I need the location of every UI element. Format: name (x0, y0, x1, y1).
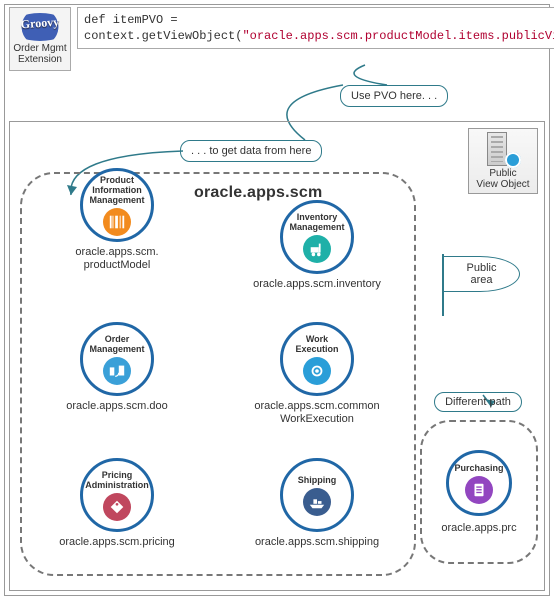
price-tag-icon (103, 493, 131, 521)
callout-use-pvo: Use PVO here. . . (340, 85, 448, 107)
public-area-flag: Publicarea (434, 254, 526, 320)
sh-title: Shipping (294, 475, 341, 485)
scm-area: oracle.apps.scm Product Information Mana… (20, 172, 416, 576)
pa-caption: oracle.apps.scm.pricing (59, 536, 175, 549)
groovy-extension-box: Groovy Order Mgmt Extension (9, 7, 71, 71)
code-line2-str: "oracle.apps.scm.productModel.items.publ… (242, 29, 554, 43)
groovy-logo-icon: Groovy (10, 13, 70, 41)
code-snippet: def itemPVO = context.getViewObject("ora… (77, 7, 554, 49)
forklift-icon (303, 235, 331, 263)
om-caption: oracle.apps.scm.doo (66, 400, 168, 413)
inv-caption: oracle.apps.scm.inventory (253, 278, 381, 291)
code-line2-a: context.getViewObject( (84, 29, 242, 43)
page-frame: Groovy Order Mgmt Extension def itemPVO … (4, 4, 550, 596)
groovy-label: Order Mgmt Extension (13, 43, 66, 65)
om-circle: Order Management (80, 322, 154, 396)
buildings-cycle-icon (103, 357, 131, 385)
pa-title: Pricing Administration (81, 470, 153, 490)
we-caption: oracle.apps.scm.commonWorkExecution (254, 400, 379, 426)
groovy-label-l1: Order Mgmt (13, 43, 66, 54)
purchasing-area: Purchasing oracle.apps.prc (420, 420, 538, 564)
flag-label: Publicarea (444, 256, 520, 292)
gear-icon (303, 357, 331, 385)
module-shipping: Shipping oracle.apps.scm.shipping (232, 458, 402, 549)
pvo-l1: Public (489, 168, 516, 179)
pa-circle: Pricing Administration (80, 458, 154, 532)
lower-frame: Public View Object oracle.apps.scm Produ… (9, 121, 545, 591)
different-path-callout: Different path (434, 392, 522, 412)
pvo-label: Public View Object (476, 168, 529, 190)
module-work-execution: Work Execution oracle.apps.scm.commonWor… (232, 322, 402, 426)
flag-l2: area (470, 274, 492, 286)
om-title: Order Management (83, 334, 151, 354)
inv-circle: Inventory Management (280, 200, 354, 274)
sh-circle: Shipping (280, 458, 354, 532)
inv-title: Inventory Management (283, 212, 351, 232)
sh-caption: oracle.apps.scm.shipping (255, 536, 379, 549)
pim-circle: Product Information Management (80, 168, 154, 242)
flag-l1: Public (467, 262, 497, 274)
public-view-object-box: Public View Object (468, 128, 538, 194)
code-line1: def itemPVO = (84, 13, 178, 27)
server-gear-icon (485, 132, 521, 168)
module-product-information-management: Product Information Management oracle.ap… (32, 168, 202, 272)
we-circle: Work Execution (280, 322, 354, 396)
we-title: Work Execution (283, 334, 351, 354)
module-inventory-management: Inventory Management oracle.apps.scm.inv… (232, 200, 402, 291)
pim-caption: oracle.apps.scm.productModel (75, 246, 158, 272)
module-pricing-administration: Pricing Administration oracle.apps.scm.p… (32, 458, 202, 549)
document-icon (465, 476, 493, 504)
module-order-management: Order Management oracle.apps.scm.doo (32, 322, 202, 413)
pim-title: Product Information Management (83, 175, 151, 205)
purchasing-circle: Purchasing (446, 450, 512, 516)
top-row: Groovy Order Mgmt Extension def itemPVO … (9, 7, 545, 73)
ship-icon (303, 488, 331, 516)
pvo-l2: View Object (476, 179, 529, 190)
groovy-logo-text: Groovy (10, 14, 71, 33)
barcode-icon (103, 208, 131, 236)
purchasing-title: Purchasing (450, 463, 507, 473)
groovy-label-l2: Extension (18, 54, 62, 65)
purchasing-caption: oracle.apps.prc (441, 522, 516, 534)
